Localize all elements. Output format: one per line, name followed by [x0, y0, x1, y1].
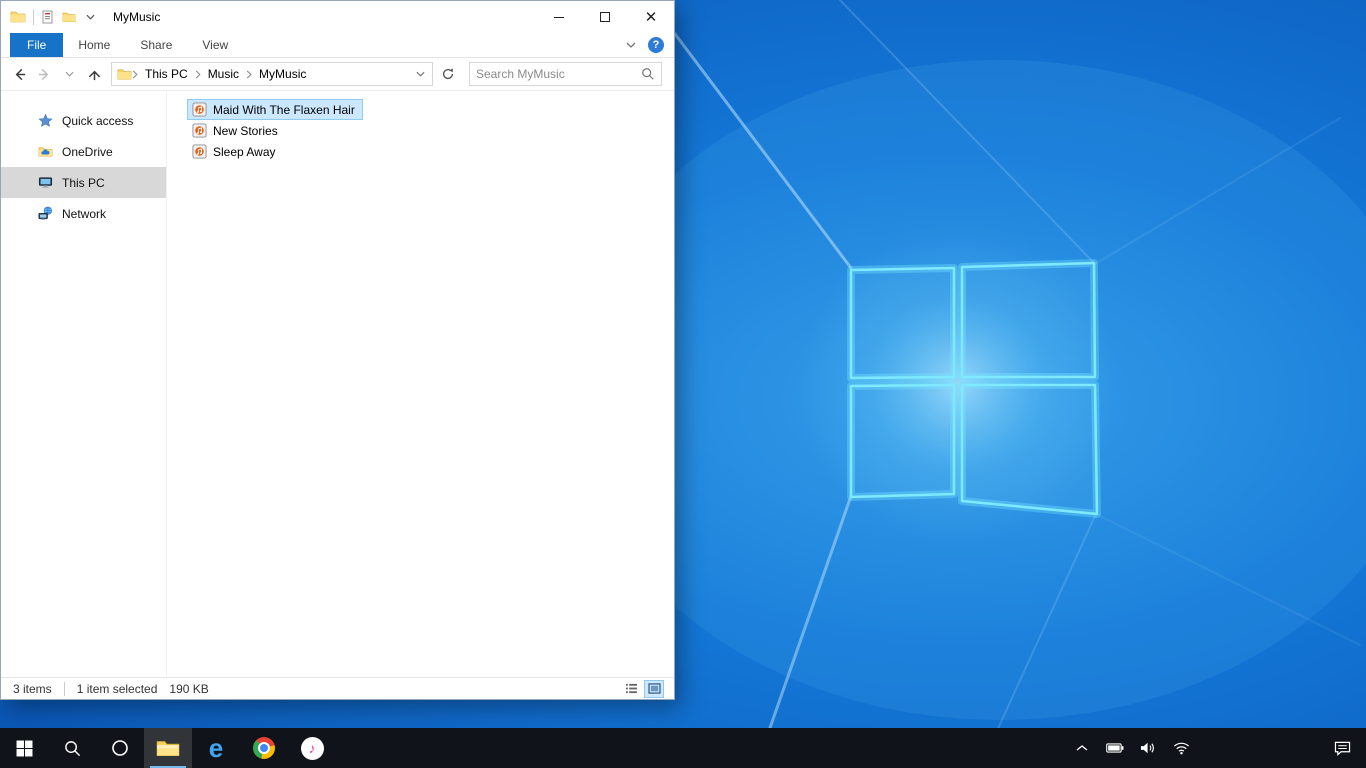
- sidebar-item-this-pc[interactable]: This PC: [1, 167, 166, 198]
- view-toggle-group: [621, 679, 664, 698]
- minimize-icon: [554, 16, 564, 18]
- network-icon: [37, 206, 53, 222]
- action-center-button[interactable]: [1318, 728, 1366, 768]
- address-dropdown-chevron-icon[interactable]: [413, 67, 427, 81]
- toolbar-separator: [33, 9, 34, 25]
- edge-icon: e: [208, 733, 224, 763]
- file-list[interactable]: Maid With The Flaxen Hair New Stories Sl…: [167, 91, 674, 677]
- itunes-icon: ♪: [300, 736, 324, 760]
- close-button[interactable]: ✕: [628, 1, 674, 33]
- search-box[interactable]: [469, 62, 662, 86]
- music-file-icon: [191, 123, 207, 139]
- battery-icon[interactable]: [1106, 739, 1124, 757]
- status-selection-count: 1 item selected: [76, 681, 158, 696]
- sidebar-item-network[interactable]: Network: [1, 198, 166, 229]
- window-body: Quick access OneDrive This PC Network Ma…: [1, 91, 674, 677]
- breadcrumb-this-pc[interactable]: This PC: [138, 67, 195, 81]
- taskbar-edge-button[interactable]: e: [192, 728, 240, 768]
- maximize-button[interactable]: [582, 1, 628, 33]
- file-item[interactable]: Maid With The Flaxen Hair: [187, 99, 363, 120]
- status-item-count: 3 items: [13, 681, 52, 696]
- ribbon-tab-bar: File Home Share View ?: [1, 33, 674, 58]
- system-tray: [1073, 728, 1318, 768]
- taskbar-chrome-button[interactable]: [240, 728, 288, 768]
- music-note-glyph: ♪: [308, 740, 316, 756]
- file-item[interactable]: Sleep Away: [187, 141, 284, 162]
- back-button[interactable]: [7, 61, 32, 87]
- file-item[interactable]: New Stories: [187, 120, 286, 141]
- tab-home[interactable]: Home: [63, 33, 125, 57]
- new-folder-icon[interactable]: [62, 10, 76, 24]
- status-separator: [63, 681, 65, 696]
- location-folder-icon: [116, 66, 132, 82]
- taskbar-search-button[interactable]: [48, 728, 96, 768]
- network-wifi-icon[interactable]: [1172, 739, 1190, 757]
- sidebar-item-label: Quick access: [62, 113, 134, 128]
- refresh-button[interactable]: [435, 61, 461, 87]
- start-button[interactable]: [0, 728, 48, 768]
- file-name: Maid With The Flaxen Hair: [213, 102, 355, 117]
- forward-button[interactable]: [32, 61, 57, 87]
- customize-toolbar-chevron-icon[interactable]: [83, 10, 97, 24]
- tab-share[interactable]: Share: [125, 33, 187, 57]
- tab-view[interactable]: View: [187, 33, 243, 57]
- large-icons-view-button[interactable]: [644, 679, 664, 698]
- onedrive-icon: [37, 144, 53, 160]
- taskbar-file-explorer-button[interactable]: [144, 728, 192, 768]
- window-title: MyMusic: [113, 10, 161, 24]
- taskbar: e ♪: [0, 728, 1366, 768]
- address-box[interactable]: This PC Music MyMusic: [111, 62, 433, 86]
- quick-access-toolbar: [1, 9, 97, 25]
- maximize-icon: [600, 12, 610, 22]
- up-button[interactable]: [82, 61, 107, 87]
- search-input[interactable]: [476, 67, 641, 81]
- sidebar-item-onedrive[interactable]: OneDrive: [1, 136, 166, 167]
- titlebar[interactable]: MyMusic ✕: [1, 1, 674, 33]
- file-name: Sleep Away: [213, 144, 276, 159]
- properties-icon[interactable]: [41, 10, 55, 24]
- sidebar-item-label: OneDrive: [62, 144, 113, 159]
- details-view-button[interactable]: [621, 680, 641, 698]
- close-icon: ✕: [644, 8, 658, 26]
- sidebar-item-label: Network: [62, 206, 107, 221]
- status-selection-size: 190 KB: [169, 681, 209, 696]
- taskbar-itunes-button[interactable]: ♪: [288, 728, 336, 768]
- sidebar-item-label: This PC: [62, 175, 105, 190]
- chrome-icon: [253, 737, 275, 759]
- search-icon: [64, 740, 80, 756]
- cortana-circle-icon: [112, 740, 128, 756]
- pc-icon: [37, 175, 53, 191]
- volume-icon[interactable]: [1139, 739, 1157, 757]
- expand-ribbon-chevron-icon[interactable]: [624, 38, 638, 52]
- file-name: New Stories: [213, 123, 278, 138]
- window-folder-icon: [10, 9, 26, 25]
- file-explorer-window: MyMusic ✕ File Home Share View ? This PC…: [0, 0, 675, 700]
- music-file-icon: [191, 144, 207, 160]
- breadcrumb-music[interactable]: Music: [201, 67, 246, 81]
- star-icon: [37, 113, 53, 129]
- file-explorer-icon: [156, 741, 180, 757]
- status-bar: 3 items 1 item selected 190 KB: [1, 677, 674, 699]
- tab-file[interactable]: File: [10, 33, 64, 57]
- search-icon[interactable]: [641, 67, 655, 81]
- navigation-pane: Quick access OneDrive This PC Network: [1, 91, 167, 677]
- ribbon-right-controls: ?: [624, 33, 674, 57]
- window-controls: ✕: [536, 1, 674, 33]
- address-bar: This PC Music MyMusic: [1, 58, 674, 91]
- music-file-icon: [191, 102, 207, 118]
- show-hidden-icons-chevron-icon[interactable]: [1073, 739, 1091, 757]
- sidebar-item-quick-access[interactable]: Quick access: [1, 105, 166, 136]
- recent-locations-chevron-icon[interactable]: [57, 61, 82, 87]
- help-icon[interactable]: ?: [648, 37, 664, 53]
- cortana-button[interactable]: [96, 728, 144, 768]
- minimize-button[interactable]: [536, 1, 582, 33]
- windows-logo-icon: [16, 740, 32, 756]
- breadcrumb-mymusic[interactable]: MyMusic: [252, 67, 313, 81]
- action-center-icon: [1334, 741, 1350, 756]
